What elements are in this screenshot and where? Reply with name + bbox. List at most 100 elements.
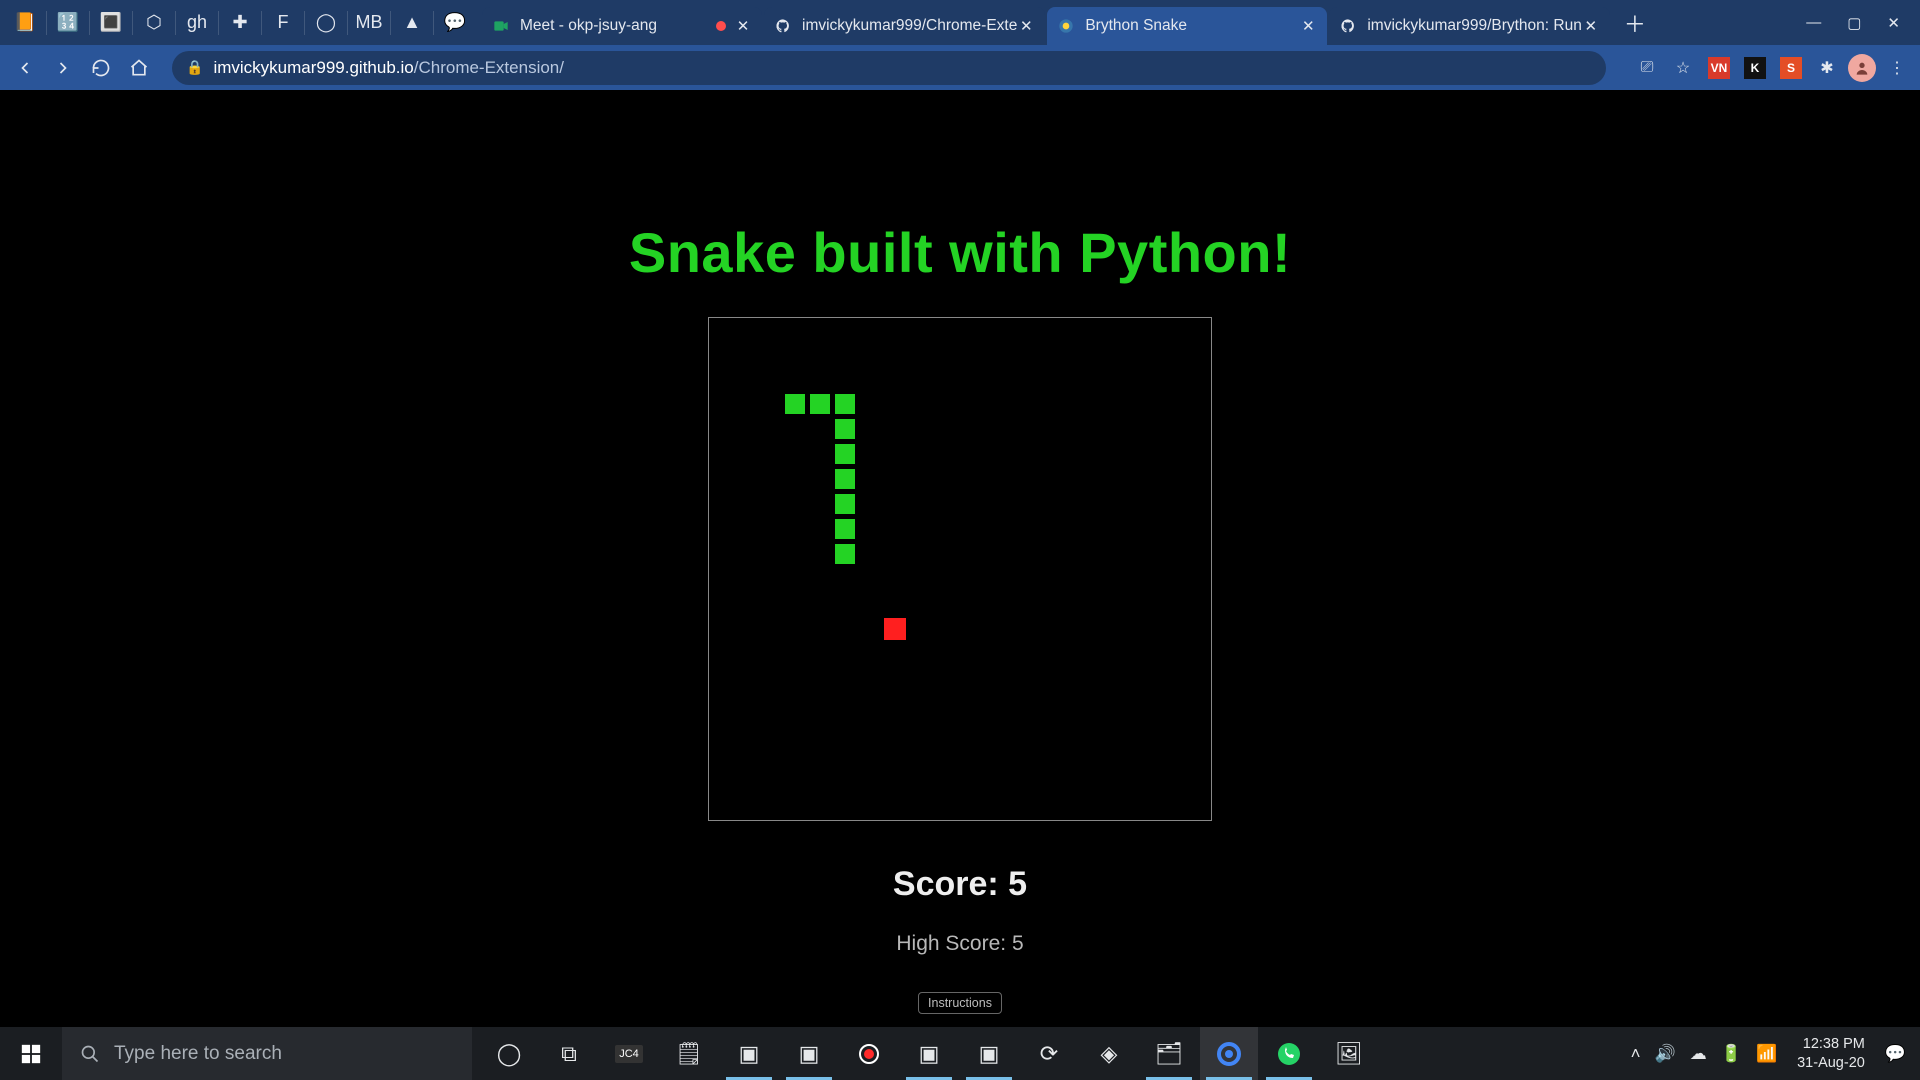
taskbar-search[interactable]: Type here to search [62,1027,472,1080]
pycharm2-icon[interactable]: ▣ [780,1027,838,1080]
window-controls: — ▢ ✕ [1806,0,1914,45]
tab-close-button[interactable]: ✕ [734,17,752,35]
instructions-button[interactable]: Instructions [918,992,1002,1014]
window-minimize-button[interactable]: — [1806,14,1821,31]
tray-volume-icon[interactable]: 🔊 [1655,1044,1676,1064]
highscore-label: High Score: [896,932,1006,955]
browser-tab[interactable]: imvickykumar999/Chrome-Exte✕ [764,7,1045,45]
chrome-menu-button[interactable]: ⋮ [1884,55,1910,81]
separator [347,11,348,35]
cast-icon[interactable]: ⎚ [1634,55,1660,81]
separator [46,11,47,35]
tab-title: imvickykumar999/Chrome-Exte [802,17,1017,35]
browser-toolbar: 🔒 imvickykumar999.github.io/Chrome-Exten… [0,45,1920,90]
pycharm4-icon[interactable]: ▣ [960,1027,1018,1080]
chrome-icon[interactable] [1200,1027,1258,1080]
highscore-display: High Score: 5 [896,932,1023,956]
tab-close-button[interactable]: ✕ [1299,17,1317,35]
notifications-icon[interactable]: 💬 [1885,1044,1906,1064]
browser-tabstrip: 📙🔢🔳⬡gh✚F◯MB▲💬 Meet - okp-jsuy-ang✕imvick… [0,0,1920,45]
snake-segment [784,393,806,415]
tab-title: imvickykumar999/Brython: Run [1367,17,1582,35]
new-tab-button[interactable]: ＋ [1618,6,1652,40]
tab-close-button[interactable]: ✕ [1582,17,1600,35]
tab-close-button[interactable]: ✕ [1017,17,1035,35]
tabs-container: Meet - okp-jsuy-ang✕imvickykumar999/Chro… [482,0,1612,45]
pycharm3-icon[interactable]: ▣ [900,1027,958,1080]
score-value: 5 [1008,865,1027,903]
profile-avatar[interactable] [1848,54,1876,82]
window-maximize-button[interactable]: ▢ [1847,14,1861,32]
taskbar-clock[interactable]: 12:38 PM 31-Aug-20 [1797,1035,1865,1073]
vn-icon[interactable]: VN [1706,55,1732,81]
jc4-icon[interactable]: JC4 [600,1027,658,1080]
browser-tab[interactable]: Brython Snake✕ [1047,7,1327,45]
forward-button[interactable] [48,53,78,83]
snake-segment [834,468,856,490]
taskview-icon[interactable]: ⧉ [540,1027,598,1080]
tab-title: Brython Snake [1085,17,1299,35]
lock-icon: 🔒 [186,59,203,76]
score-label: Score: [893,865,999,903]
tab-title: Meet - okp-jsuy-ang [520,17,716,35]
tray-cloud-icon[interactable]: ☁ [1690,1044,1707,1064]
url-host: imvickykumar999.github.io [213,58,413,78]
puzzle-icon[interactable]: ✱ [1814,55,1840,81]
diamond-icon[interactable]: ◈ [1080,1027,1138,1080]
browser-tab[interactable]: imvickykumar999/Brython: Run✕ [1329,7,1610,45]
plus-icon[interactable]: ✚ [227,10,253,36]
url-path: /Chrome-Extension/ [414,58,564,78]
window-close-button[interactable]: ✕ [1887,14,1900,32]
f-icon[interactable]: F [270,10,296,36]
snake-segment [834,418,856,440]
score-display: Score: 5 [893,865,1027,904]
highscore-value: 5 [1012,932,1024,955]
picture-icon[interactable]: 🖼 [1320,1027,1378,1080]
pattern-icon[interactable]: 🔳 [98,10,124,36]
separator [433,11,434,35]
pycharm1-icon[interactable]: ▣ [720,1027,778,1080]
tray-chevron-icon[interactable]: ˄ [1631,1044,1641,1064]
snake-segment [834,393,856,415]
circle-icon[interactable]: ◯ [313,10,339,36]
explorer-icon[interactable]: 🗂 [1140,1027,1198,1080]
browser-tab[interactable]: Meet - okp-jsuy-ang ✕ [482,7,762,45]
sync-icon[interactable]: ⟳ [1020,1027,1078,1080]
grid-icon[interactable]: 🔢 [55,10,81,36]
reload-button[interactable] [86,53,116,83]
k-icon[interactable]: K [1742,55,1768,81]
tray-battery-icon[interactable]: 🔋 [1721,1044,1742,1064]
star-icon[interactable]: ☆ [1670,55,1696,81]
book-icon[interactable]: 📙 [12,10,38,36]
start-button[interactable] [0,1027,62,1080]
record-icon[interactable] [840,1027,898,1080]
whatsapp-icon[interactable] [1260,1027,1318,1080]
notes-icon[interactable]: 🗒 [660,1027,718,1080]
separator [218,11,219,35]
separator [390,11,391,35]
separator [89,11,90,35]
drive-icon[interactable]: ▲ [399,10,425,36]
home-button[interactable] [124,53,154,83]
address-bar[interactable]: 🔒 imvickykumar999.github.io/Chrome-Exten… [172,51,1606,85]
tray-wifi-icon[interactable]: 📶 [1756,1044,1777,1064]
snake-segment [834,493,856,515]
hex-icon[interactable]: ⬡ [141,10,167,36]
cortana-icon[interactable]: ◯ [480,1027,538,1080]
game-title: Snake built with Python! [629,220,1291,285]
recording-indicator-icon [716,19,726,34]
s-icon[interactable]: S [1778,55,1804,81]
snake-segment [834,518,856,540]
separator [132,11,133,35]
taskbar-items: ◯⧉JC4🗒▣▣▣▣⟳◈🗂🖼 [480,1027,1378,1080]
page-content: Snake built with Python! Score: 5 High S… [0,90,1920,1027]
search-placeholder: Type here to search [114,1043,282,1065]
back-button[interactable] [10,53,40,83]
food [884,618,906,640]
meet-icon[interactable]: 💬 [442,10,468,36]
game-board[interactable] [708,317,1212,821]
clock-time: 12:38 PM [1797,1035,1865,1054]
mb-icon[interactable]: MB [356,10,382,36]
separator [175,11,176,35]
github-icon[interactable]: gh [184,10,210,36]
